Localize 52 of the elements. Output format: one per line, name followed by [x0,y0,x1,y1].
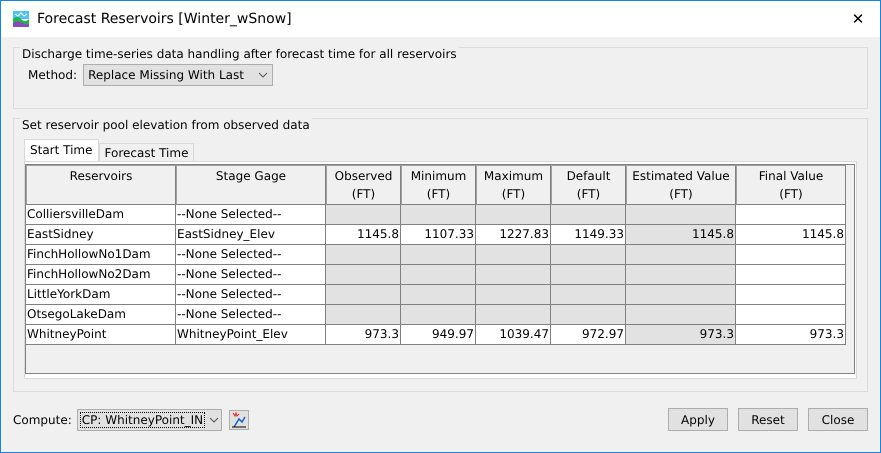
table-cell: OtsegoLakeDam [26,305,176,325]
column-header[interactable]: Estimated Value (FT) [626,165,736,205]
column-header[interactable]: Stage Gage [176,165,326,205]
table-cell: EastSidney_Elev [176,225,326,245]
tab[interactable]: Start Time [24,139,98,161]
table-cell: 949.97 [401,325,476,345]
table-cell: 1145.8 [736,225,846,245]
table-cell: LittleYorkDam [26,285,176,305]
column-header[interactable]: Final Value (FT) [736,165,846,205]
table-cell: 1145.8 [326,225,401,245]
column-header[interactable]: Default (FT) [551,165,626,205]
column-header[interactable]: Minimum (FT) [401,165,476,205]
table-cell: 1107.33 [401,225,476,245]
landscape-icon [13,11,29,27]
dialog-button[interactable]: Reset [738,408,798,431]
table-cell: --None Selected-- [176,205,326,225]
table-cell: 973.3 [736,325,846,345]
tab[interactable]: Forecast Time [98,143,194,161]
method-label: Method: [28,68,78,82]
compute-label: Compute: [13,412,72,426]
table-cell: ColliersvilleDam [26,205,176,225]
window-title: Forecast Reservoirs [Winter_wSnow] [37,11,293,27]
group-title: Discharge time-series data handling after forecast time for all reservoirs [20,47,459,61]
table-cell: 1039.47 [476,325,551,345]
compute-dropdown[interactable]: CP: WhitneyPoint_IN [76,408,222,430]
table-cell: FinchHollowNo2Dam [26,265,176,285]
column-header[interactable]: Maximum (FT) [476,165,551,205]
method-dropdown[interactable]: Replace Missing With Last [83,64,273,86]
column-header[interactable]: Observed (FT) [326,165,401,205]
dialog-button[interactable]: Close [808,408,868,431]
table-cell: 973.3 [626,325,736,345]
chevron-down-icon [258,72,268,78]
dialog-button[interactable]: Apply [668,408,728,431]
table-cell: --None Selected-- [176,285,326,305]
table-cell: EastSidney [26,225,176,245]
table-cell: --None Selected-- [176,265,326,285]
chart-tool-button[interactable] [229,410,250,430]
chart-spark-icon [231,412,248,428]
group-title: Set reservoir pool elevation from observed data [20,118,312,132]
table-cell: 973.3 [326,325,401,345]
column-header[interactable]: Reservoirs [26,165,176,205]
chevron-down-icon [209,416,220,422]
table-cell: 1145.8 [626,225,736,245]
table-cell: FinchHollowNo1Dam [26,245,176,265]
table-cell: 1149.33 [551,225,626,245]
table-cell: 972.97 [551,325,626,345]
table-cell: WhitneyPoint [26,325,176,345]
table-cell: --None Selected-- [176,245,326,265]
table-cell: 1227.83 [476,225,551,245]
table-cell: WhitneyPoint_Elev [176,325,326,345]
table-cell: --None Selected-- [176,305,326,325]
close-button[interactable]: ✕ [836,10,880,28]
